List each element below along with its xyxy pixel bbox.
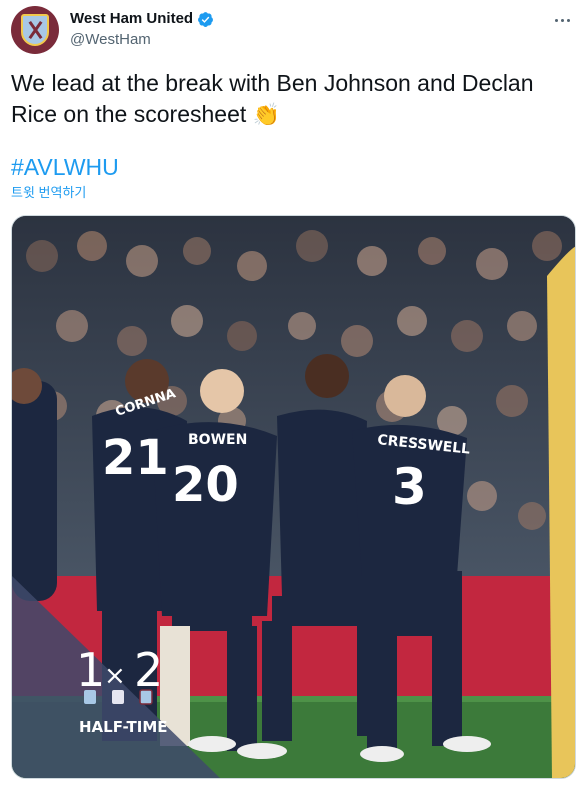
- avatar[interactable]: [11, 6, 59, 54]
- aston-villa-badge-icon: [84, 690, 96, 704]
- player-name-20: BOWEN: [188, 432, 247, 448]
- tweet-text: We lead at the break with Ben Johnson an…: [11, 68, 571, 130]
- score-separator-icon: ×: [104, 661, 126, 691]
- translate-tweet-link[interactable]: 트윗 번역하기: [11, 184, 86, 202]
- premier-league-badge-icon: [112, 690, 124, 704]
- verified-badge-icon: [198, 11, 214, 27]
- west-ham-badge-icon: [139, 689, 153, 705]
- player-number-20: 20: [172, 457, 239, 513]
- handle[interactable]: @WestHam: [70, 30, 214, 50]
- player-number-21: 21: [102, 430, 169, 486]
- clapping-hands-emoji: 👏: [252, 102, 281, 127]
- display-name[interactable]: West Ham United: [70, 9, 214, 29]
- score-away: 2: [134, 643, 163, 697]
- tweet-photo[interactable]: CORNNA 21 BOWEN 20 CRESSWELL 3 1 × 2 HAL…: [11, 215, 576, 779]
- crest-icon: [21, 14, 49, 46]
- player-number-3: 3: [392, 458, 427, 516]
- match-photo: CORNNA 21 BOWEN 20 CRESSWELL 3 1 × 2 HAL…: [12, 216, 575, 778]
- half-time-label: HALF-TIME: [79, 718, 168, 736]
- tweet-header: West Ham United @WestHam: [11, 6, 576, 56]
- hashtag-link[interactable]: #AVLWHU: [11, 152, 119, 183]
- score-home: 1: [76, 643, 105, 697]
- author-block[interactable]: West Ham United @WestHam: [70, 9, 214, 50]
- display-name-text[interactable]: West Ham United: [70, 9, 193, 29]
- more-options-icon[interactable]: [550, 10, 574, 30]
